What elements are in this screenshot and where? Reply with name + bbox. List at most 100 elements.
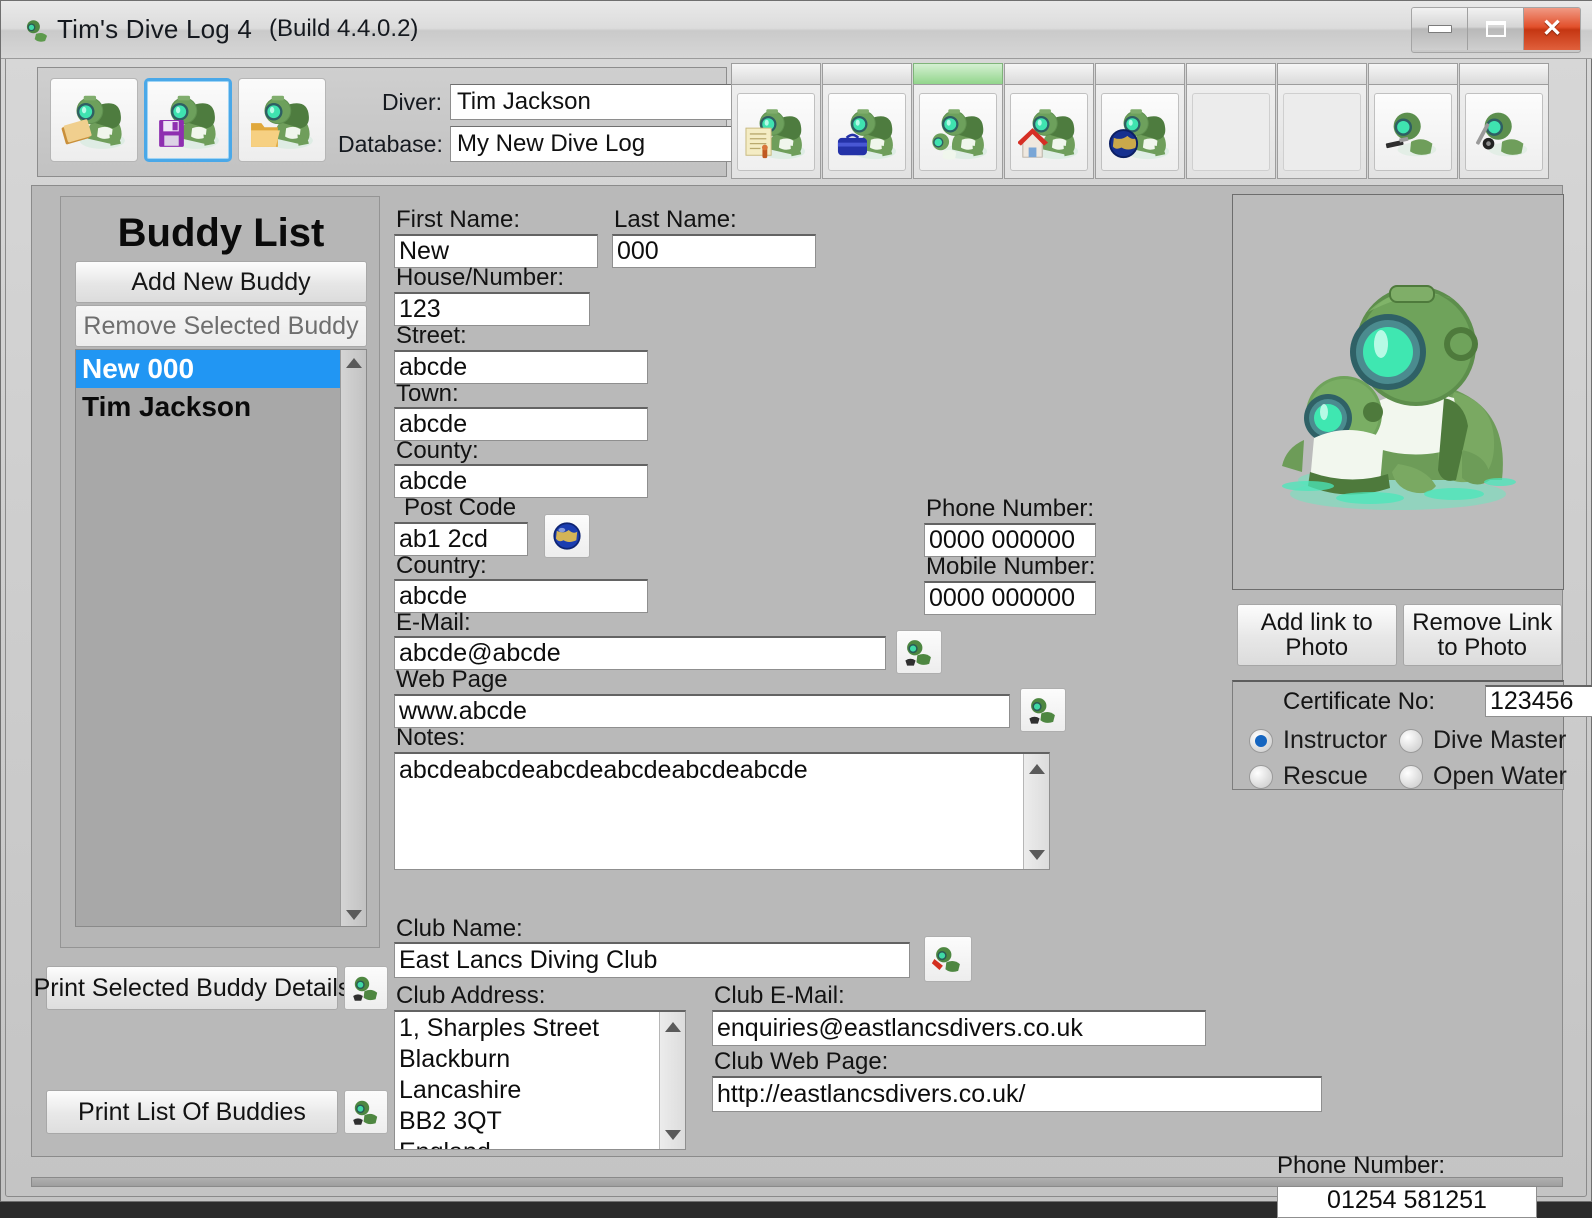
- maximize-button[interactable]: [1468, 8, 1524, 50]
- club-address-scroll-up[interactable]: [660, 1014, 685, 1040]
- email-input[interactable]: abcde@abcde: [394, 636, 886, 670]
- tab-statistics[interactable]: [1368, 63, 1458, 179]
- tab-tools-header[interactable]: [1459, 63, 1549, 85]
- tab-dive-sites[interactable]: [1004, 63, 1094, 179]
- diver-field[interactable]: Tim Jackson: [450, 84, 732, 120]
- house-number-label: House/Number:: [396, 264, 565, 291]
- database-label: Database:: [338, 130, 443, 157]
- tab-equipment-body[interactable]: [822, 84, 912, 179]
- tab-blank-2-body[interactable]: [1277, 84, 1367, 179]
- notes-scrollbar[interactable]: [1023, 754, 1049, 869]
- tab-dive-log-header[interactable]: [731, 63, 821, 85]
- notes-scroll-down[interactable]: [1024, 842, 1049, 868]
- phone-number-input[interactable]: 0000 000000: [924, 523, 1096, 557]
- tab-blank-2-header[interactable]: [1277, 63, 1367, 85]
- diver-certificate-icon: [745, 101, 807, 163]
- last-name-label: Last Name:: [614, 206, 737, 233]
- database-field[interactable]: My New Dive Log: [450, 126, 732, 162]
- radio-instructor-dot[interactable]: [1249, 728, 1273, 753]
- club-address-line: Lancashire: [399, 1076, 522, 1104]
- tab-tools-body[interactable]: [1459, 84, 1549, 179]
- add-new-buddy-button[interactable]: Add New Buddy: [75, 261, 367, 303]
- club-address-textarea[interactable]: 1, Sharples Street Blackburn Lancashire …: [394, 1010, 686, 1150]
- radio-instructor[interactable]: Instructor: [1249, 726, 1387, 755]
- tab-world-body[interactable]: [1095, 84, 1185, 179]
- tab-buddies-header[interactable]: [913, 63, 1003, 85]
- club-name-input[interactable]: East Lancs Diving Club: [394, 942, 910, 978]
- tab-dive-log[interactable]: [731, 63, 821, 179]
- post-code-input[interactable]: ab1 2cd: [394, 522, 528, 556]
- county-input[interactable]: abcde: [394, 464, 648, 498]
- print-list-icon-button[interactable]: [344, 1090, 388, 1134]
- save-log-button[interactable]: [144, 78, 232, 162]
- town-input[interactable]: abcde: [394, 407, 648, 441]
- title-bar: Tim's Dive Log 4 (Build 4.4.0.2) ✕: [1, 1, 1592, 59]
- save-log-icon: [155, 87, 221, 153]
- print-selected-buddy-icon-button[interactable]: [344, 966, 388, 1010]
- add-link-to-photo-button[interactable]: Add link to Photo: [1237, 604, 1397, 666]
- list-item[interactable]: New 000: [76, 350, 366, 388]
- close-button[interactable]: ✕: [1524, 8, 1580, 50]
- tab-dive-sites-header[interactable]: [1004, 63, 1094, 85]
- email-label: E-Mail:: [396, 609, 471, 636]
- tab-equipment[interactable]: [822, 63, 912, 179]
- tab-statistics-header[interactable]: [1368, 63, 1458, 85]
- certificate-no-input[interactable]: 123456: [1485, 685, 1592, 717]
- list-item[interactable]: Tim Jackson: [76, 388, 366, 426]
- tab-dive-sites-body[interactable]: [1004, 84, 1094, 179]
- last-name-input[interactable]: 000: [612, 234, 816, 268]
- remove-link-to-photo-button[interactable]: Remove Link to Photo: [1402, 604, 1562, 666]
- postcode-lookup-button[interactable]: [544, 514, 590, 558]
- club-address-scroll-down[interactable]: [660, 1122, 685, 1148]
- notes-scroll-up[interactable]: [1024, 756, 1049, 782]
- club-name-action-button[interactable]: [924, 936, 972, 982]
- tab-blank-1-body[interactable]: [1186, 84, 1276, 179]
- street-input[interactable]: abcde: [394, 350, 648, 384]
- print-list-of-buddies-button[interactable]: Print List Of Buddies: [46, 1090, 338, 1134]
- tab-equipment-header[interactable]: [822, 63, 912, 85]
- radio-open-water-dot[interactable]: [1399, 764, 1423, 789]
- tab-statistics-body[interactable]: [1368, 84, 1458, 179]
- tab-buddies[interactable]: [913, 63, 1003, 179]
- new-log-button[interactable]: [50, 78, 138, 162]
- notes-label: Notes:: [396, 724, 466, 751]
- buddy-listbox[interactable]: New 000 Tim Jackson: [75, 349, 367, 927]
- first-name-input[interactable]: New: [394, 234, 598, 268]
- open-log-button[interactable]: [238, 78, 326, 162]
- tab-tools[interactable]: [1459, 63, 1549, 179]
- radio-open-water-label: Open Water: [1433, 762, 1567, 790]
- radio-rescue-dot[interactable]: [1249, 764, 1273, 789]
- web-page-input[interactable]: www.abcde: [394, 694, 1010, 728]
- web-page-label: Web Page: [396, 666, 508, 693]
- mobile-number-input[interactable]: 0000 000000: [924, 581, 1096, 615]
- print-selected-buddy-button[interactable]: Print Selected Buddy Details: [34, 966, 350, 1010]
- notes-textarea[interactable]: abcdeabcdeabcdeabcdeabcdeabcde: [394, 752, 1050, 870]
- scroll-down-button[interactable]: [341, 902, 366, 926]
- club-email-input[interactable]: enquiries@eastlancsdivers.co.uk: [712, 1010, 1206, 1046]
- tab-blank-2[interactable]: [1277, 63, 1367, 179]
- tab-blank-1-header[interactable]: [1186, 63, 1276, 85]
- minimize-button[interactable]: [1412, 8, 1468, 50]
- radio-dive-master-dot[interactable]: [1399, 728, 1423, 753]
- club-phone-input[interactable]: 01254 581251: [1277, 1182, 1537, 1218]
- club-address-scrollbar[interactable]: [659, 1012, 685, 1149]
- house-number-input[interactable]: 123: [394, 292, 590, 326]
- buddy-photo-panel[interactable]: [1232, 194, 1564, 590]
- radio-open-water[interactable]: Open Water: [1399, 762, 1567, 791]
- tab-world[interactable]: [1095, 63, 1185, 179]
- radio-rescue[interactable]: Rescue: [1249, 762, 1368, 791]
- buddy-list-scrollbar[interactable]: [340, 350, 366, 926]
- web-page-open-button[interactable]: [1020, 688, 1066, 732]
- window-controls: ✕: [1411, 7, 1581, 53]
- club-web-page-input[interactable]: http://eastlancsdivers.co.uk/: [712, 1076, 1322, 1112]
- radio-dive-master[interactable]: Dive Master: [1399, 726, 1566, 755]
- email-send-button[interactable]: [896, 630, 942, 674]
- tab-world-header[interactable]: [1095, 63, 1185, 85]
- country-input[interactable]: abcde: [394, 579, 648, 613]
- tab-buddies-body[interactable]: [913, 84, 1003, 179]
- remove-selected-buddy-button[interactable]: Remove Selected Buddy: [75, 305, 367, 347]
- tab-dive-log-body[interactable]: [731, 84, 821, 179]
- certificate-no-label: Certificate No:: [1283, 688, 1436, 715]
- scroll-up-button[interactable]: [341, 350, 366, 376]
- tab-blank-1[interactable]: [1186, 63, 1276, 179]
